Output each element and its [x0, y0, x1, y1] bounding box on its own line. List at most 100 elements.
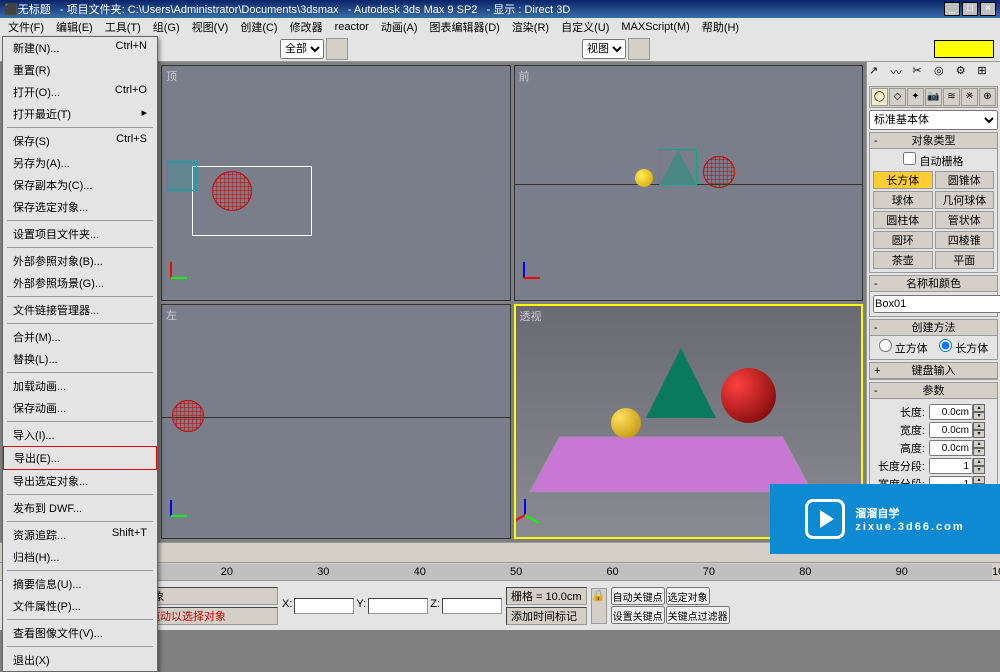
- menu-item[interactable]: 保存(S)Ctrl+S: [3, 130, 157, 152]
- menu-H[interactable]: 帮助(H): [696, 17, 745, 37]
- menu-item[interactable]: 退出(X): [3, 649, 157, 671]
- menu-item[interactable]: 另存为(A)...: [3, 152, 157, 174]
- menu-D[interactable]: 图表编辑器(D): [424, 17, 506, 37]
- rollout-header[interactable]: +键盘输入: [870, 363, 997, 379]
- viewport-top[interactable]: 顶: [161, 65, 511, 301]
- object-name-input[interactable]: [873, 295, 1000, 313]
- menu-item[interactable]: 外部参照场景(G)...: [3, 272, 157, 294]
- add-time-tag[interactable]: 添加时间标记: [506, 607, 587, 625]
- menu-item[interactable]: 导出选定对象...: [3, 470, 157, 492]
- radio-cube[interactable]: 立方体: [879, 339, 928, 356]
- viewport-front[interactable]: 前: [514, 65, 864, 301]
- menu-R[interactable]: 渲染(R): [506, 17, 555, 37]
- close-button[interactable]: ×: [980, 2, 996, 16]
- menu-item[interactable]: 保存副本为(C)...: [3, 174, 157, 196]
- param-lseg[interactable]: [929, 458, 973, 474]
- viewport-label: 顶: [166, 68, 177, 84]
- primitive-球体[interactable]: 球体: [873, 191, 933, 209]
- menu-item[interactable]: 加载动画...: [3, 375, 157, 397]
- menu-item[interactable]: 保存选定对象...: [3, 196, 157, 218]
- radio-box[interactable]: 长方体: [939, 339, 988, 356]
- menu-item[interactable]: 保存动画...: [3, 397, 157, 419]
- menu-item[interactable]: 合并(M)...: [3, 326, 157, 348]
- menu-item[interactable]: 新建(N)...Ctrl+N: [3, 37, 157, 59]
- menu-item[interactable]: 打开(O)...Ctrl+O: [3, 81, 157, 103]
- key-filter-button[interactable]: 关键点过滤器: [666, 606, 730, 624]
- tab-shapes[interactable]: ◇: [889, 88, 906, 106]
- menu-item[interactable]: 文件属性(P)...: [3, 595, 157, 617]
- tab-helpers[interactable]: ≋: [943, 88, 960, 106]
- menu-item[interactable]: 打开最近(T)▸: [3, 103, 157, 125]
- minimize-button[interactable]: _: [944, 2, 960, 16]
- cp-icon[interactable]: ⊞: [977, 64, 998, 84]
- set-key-button[interactable]: 设置关键点: [611, 606, 665, 624]
- primitive-茶壶[interactable]: 茶壶: [873, 251, 933, 269]
- rollout-header[interactable]: -创建方法: [870, 320, 997, 336]
- menu-C[interactable]: 创建(C): [234, 17, 283, 37]
- tab-lights[interactable]: ✦: [907, 88, 924, 106]
- rollout-header[interactable]: -参数: [870, 383, 997, 399]
- rollout-header[interactable]: -对象类型: [870, 133, 997, 149]
- param-length[interactable]: [929, 404, 973, 420]
- menu-G[interactable]: 组(G): [147, 17, 186, 37]
- param-width[interactable]: [929, 422, 973, 438]
- menu-U[interactable]: 自定义(U): [555, 17, 615, 37]
- menu-MAXScriptM[interactable]: MAXScript(M): [615, 19, 695, 35]
- menu-item[interactable]: 资源追踪...Shift+T: [3, 524, 157, 546]
- primitive-四棱锥[interactable]: 四棱锥: [935, 231, 995, 249]
- autogrid-checkbox[interactable]: 自动栅格: [873, 152, 994, 169]
- primitive-category-select[interactable]: 标准基本体: [869, 110, 998, 130]
- primitive-平面[interactable]: 平面: [935, 251, 995, 269]
- x-input[interactable]: [294, 598, 354, 614]
- menu-item[interactable]: 归档(H)...: [3, 546, 157, 568]
- toolbar-button[interactable]: [326, 38, 348, 60]
- menu-[interactable]: 修改器: [284, 17, 329, 37]
- tab-systems[interactable]: ⊕: [979, 88, 996, 106]
- menu-item[interactable]: 摘要信息(U)...: [3, 573, 157, 595]
- rollout-header[interactable]: -名称和颜色: [870, 276, 997, 292]
- cp-icon[interactable]: ⚙: [956, 64, 977, 84]
- param-height[interactable]: [929, 440, 973, 456]
- primitive-圆柱体[interactable]: 圆柱体: [873, 211, 933, 229]
- timeline-ruler[interactable]: 0102030405060708090100: [28, 564, 992, 580]
- menu-item[interactable]: 文件链接管理器...: [3, 299, 157, 321]
- primitive-长方体[interactable]: 长方体: [873, 171, 933, 189]
- tab-spacewarps[interactable]: ※: [961, 88, 978, 106]
- selected-key-button[interactable]: 选定对象: [666, 587, 710, 605]
- tab-cameras[interactable]: 📷: [925, 88, 942, 106]
- z-input[interactable]: [442, 598, 502, 614]
- menu-item[interactable]: 重置(R): [3, 59, 157, 81]
- lock-icon[interactable]: 🔒: [591, 588, 607, 624]
- menu-item[interactable]: 导入(I)...: [3, 424, 157, 446]
- menu-item[interactable]: 设置项目文件夹...: [3, 223, 157, 245]
- cp-icon[interactable]: 〰: [891, 64, 912, 84]
- cp-icon[interactable]: ↗: [869, 64, 890, 84]
- toolbar-button[interactable]: [628, 38, 650, 60]
- cp-icon[interactable]: ◎: [934, 64, 955, 84]
- material-color-swatch[interactable]: [934, 40, 994, 58]
- menu-item[interactable]: 查看图像文件(V)...: [3, 622, 157, 644]
- auto-key-button[interactable]: 自动关键点: [611, 587, 665, 605]
- tab-geometry[interactable]: ◯: [871, 88, 888, 106]
- menu-E[interactable]: 编辑(E): [50, 17, 99, 37]
- maximize-button[interactable]: □: [962, 2, 978, 16]
- menu-item[interactable]: 导出(E)...: [3, 446, 157, 470]
- menu-F[interactable]: 文件(F): [2, 17, 50, 37]
- cp-icon[interactable]: ✂: [912, 64, 933, 84]
- menu-item[interactable]: 外部参照对象(B)...: [3, 250, 157, 272]
- y-input[interactable]: [368, 598, 428, 614]
- sphere-object: [635, 169, 653, 187]
- primitive-管状体[interactable]: 管状体: [935, 211, 995, 229]
- primitive-圆锥体[interactable]: 圆锥体: [935, 171, 995, 189]
- ref-coord-select[interactable]: 视图: [582, 39, 626, 59]
- selection-filter-select[interactable]: 全部: [280, 39, 324, 59]
- primitive-圆环[interactable]: 圆环: [873, 231, 933, 249]
- menu-reactor[interactable]: reactor: [329, 19, 375, 35]
- viewport-left[interactable]: 左: [161, 304, 511, 540]
- menu-item[interactable]: 发布到 DWF...: [3, 497, 157, 519]
- menu-A[interactable]: 动画(A): [375, 17, 424, 37]
- menu-V[interactable]: 视图(V): [186, 17, 235, 37]
- primitive-几何球体[interactable]: 几何球体: [935, 191, 995, 209]
- menu-item[interactable]: 替换(L)...: [3, 348, 157, 370]
- menu-T[interactable]: 工具(T): [99, 17, 147, 37]
